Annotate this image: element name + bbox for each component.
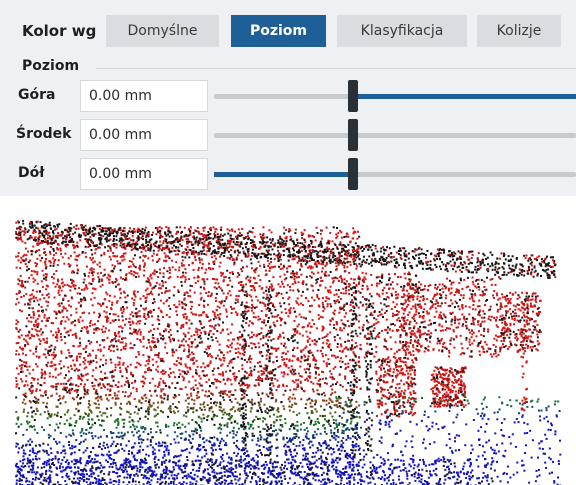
mode-default-button[interactable]: Domyślne xyxy=(106,15,219,47)
level-bottom-input[interactable] xyxy=(80,158,208,190)
level-middle-slider[interactable] xyxy=(214,119,576,151)
slider-thumb[interactable] xyxy=(348,158,358,190)
slider-fill xyxy=(358,94,576,99)
mode-collisions-button[interactable]: Kolizje xyxy=(477,15,561,47)
level-top-input[interactable] xyxy=(80,80,208,112)
level-row-middle: Środek xyxy=(0,119,576,151)
color-settings-panel: Kolor wg Domyślne Poziom Klasyfikacja Ko… xyxy=(0,0,576,196)
slider-track xyxy=(214,133,576,138)
point-cloud-render xyxy=(15,219,562,485)
level-middle-label: Środek xyxy=(16,126,72,142)
level-bottom-label: Dół xyxy=(18,165,45,181)
point-cloud-viewport[interactable] xyxy=(0,196,576,485)
mode-level-button[interactable]: Poziom xyxy=(231,15,326,47)
level-top-label: Góra xyxy=(18,87,56,103)
level-group-title: Poziom xyxy=(22,58,80,74)
slider-thumb[interactable] xyxy=(348,80,358,112)
slider-thumb[interactable] xyxy=(348,119,358,151)
level-middle-input[interactable] xyxy=(80,119,208,151)
color-by-label: Kolor wg xyxy=(22,22,97,40)
color-by-row: Kolor wg Domyślne Poziom Klasyfikacja Ko… xyxy=(0,15,576,47)
level-bottom-slider[interactable] xyxy=(214,158,576,190)
level-row-top: Góra xyxy=(0,80,576,112)
mode-classification-button[interactable]: Klasyfikacja xyxy=(337,15,467,47)
level-top-slider[interactable] xyxy=(214,80,576,112)
level-row-bottom: Dół xyxy=(0,158,576,190)
slider-fill xyxy=(214,172,350,177)
group-divider xyxy=(96,68,576,69)
